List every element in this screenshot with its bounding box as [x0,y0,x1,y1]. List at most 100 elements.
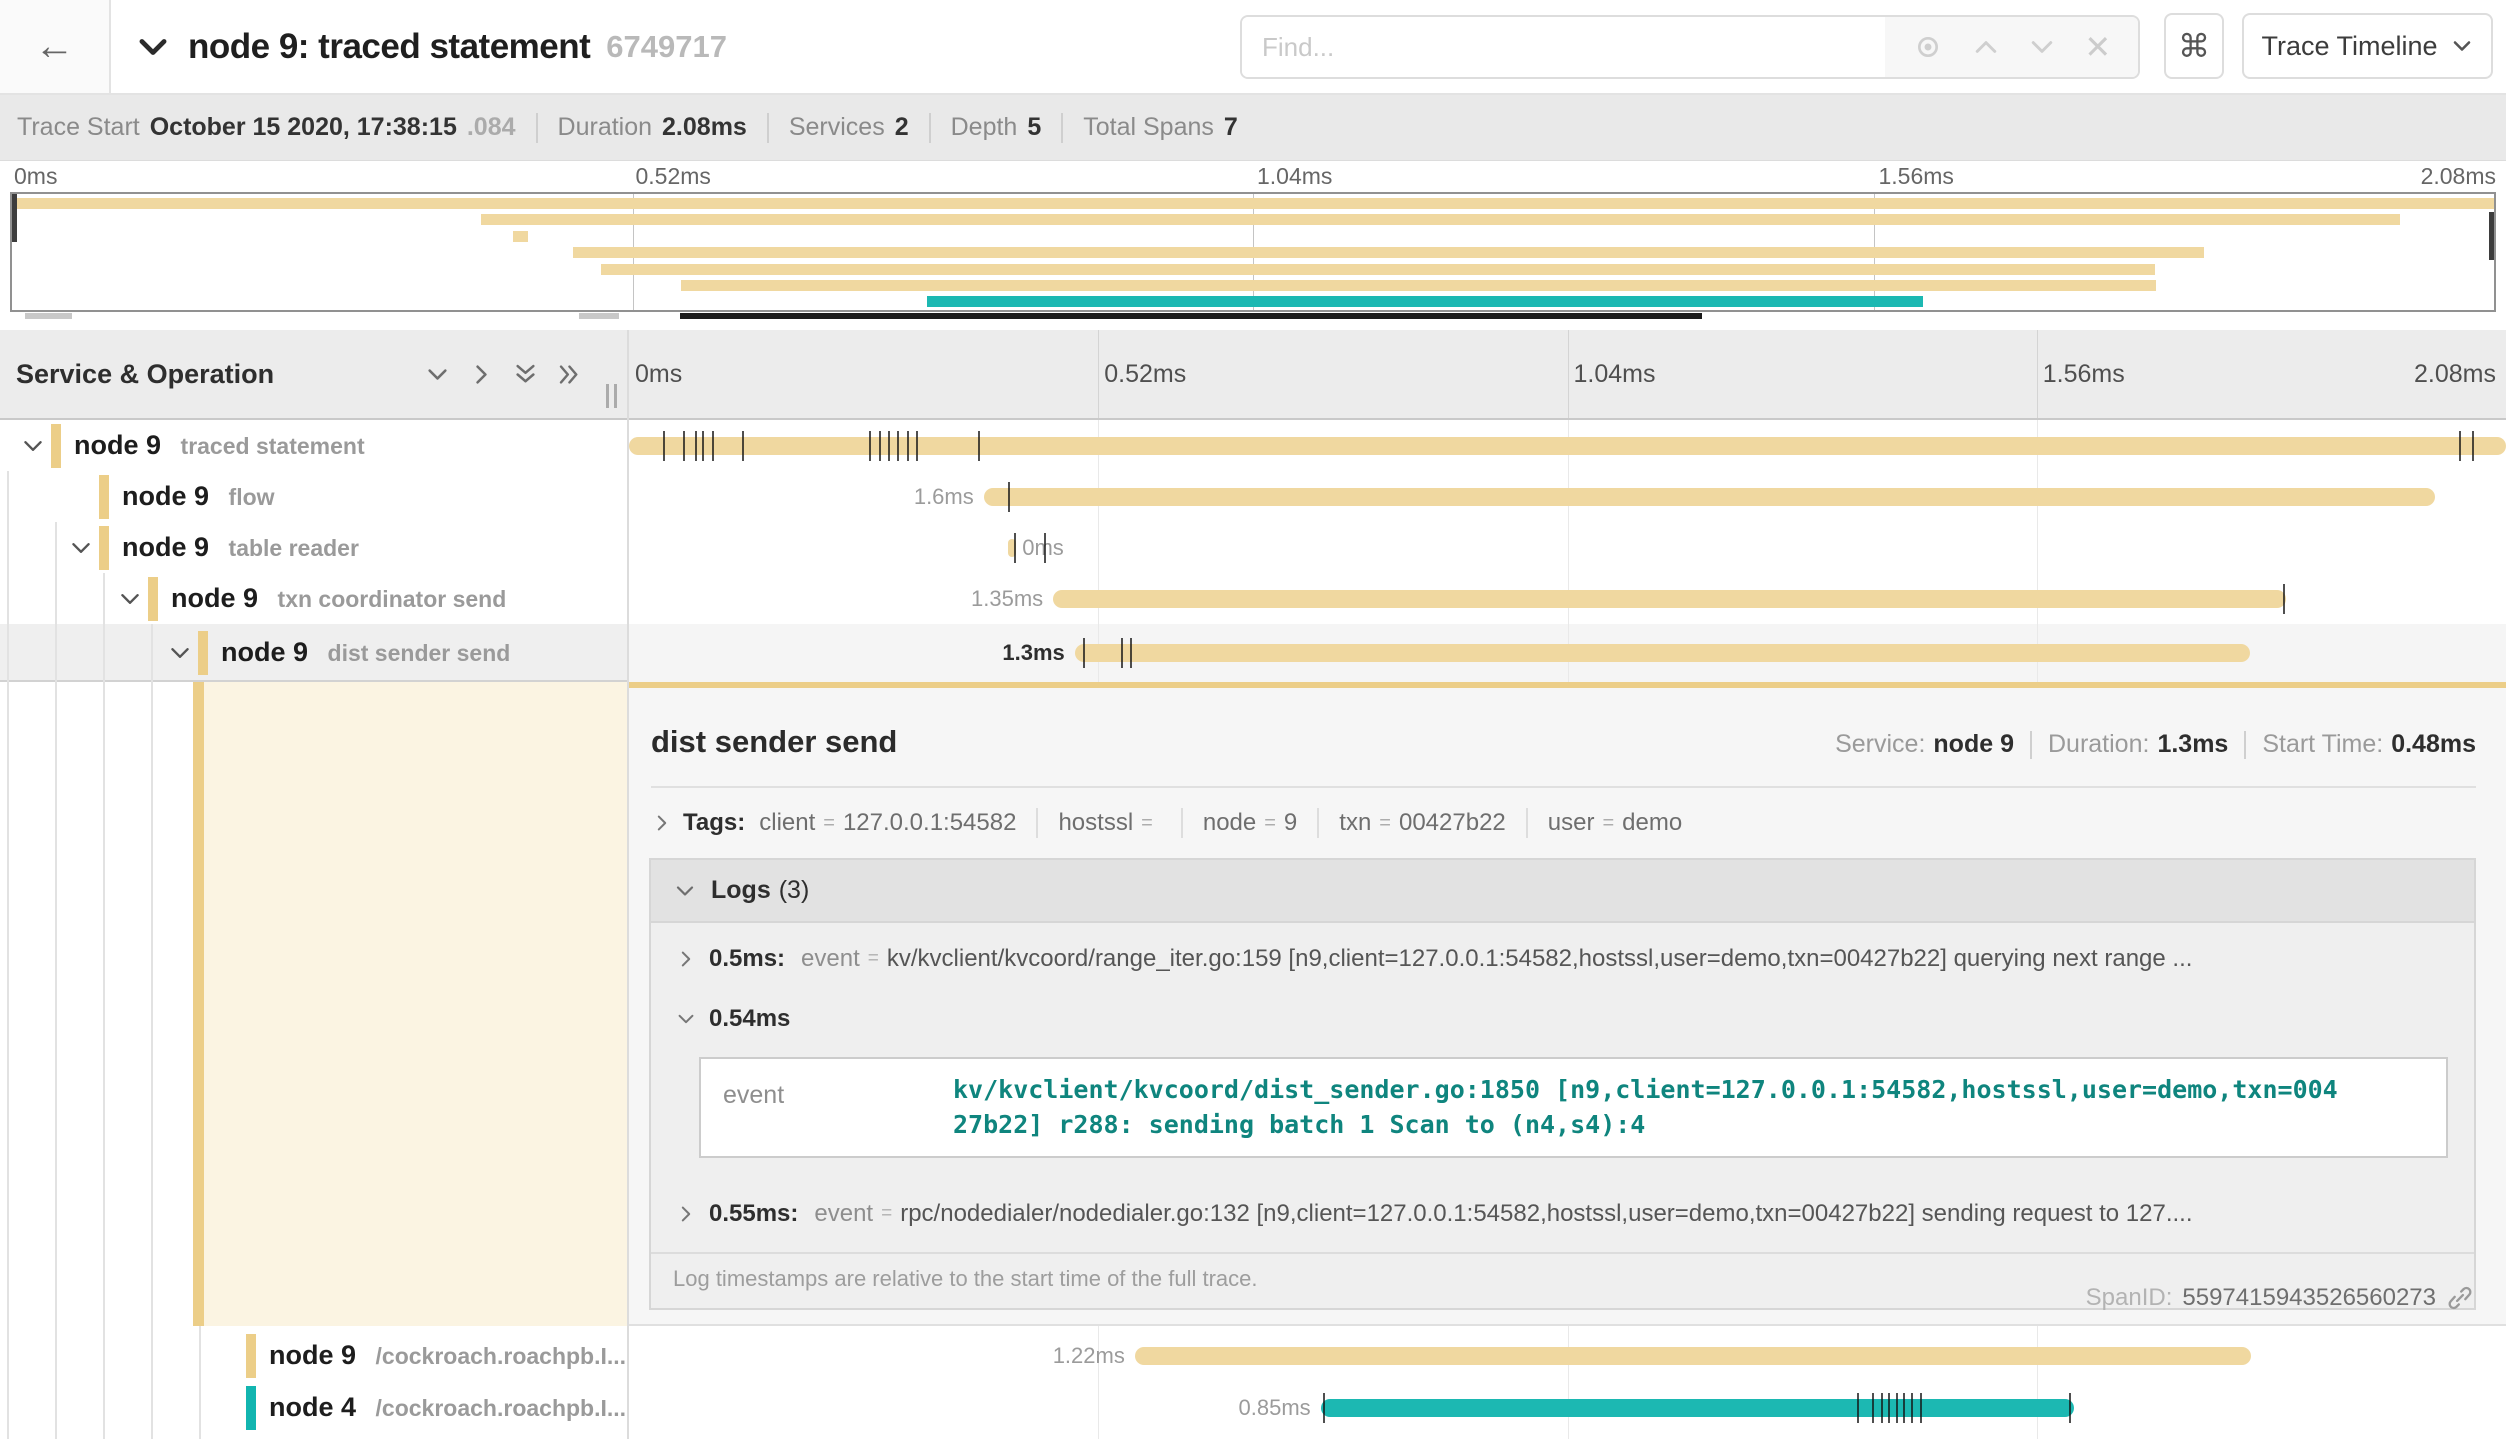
span-id-label: SpanID: [2086,1284,2173,1312]
log-key: event [814,1200,873,1228]
timeline-gridline [1098,330,1099,418]
service-label: Service: [1835,730,1925,759]
trace-start-value: October 15 2020, 17:38:15 [150,113,457,142]
logs-label: Logs [711,876,771,905]
log-event-tick [2459,431,2461,461]
span-expand-chevron-icon[interactable] [68,535,94,561]
span-duration-bar[interactable] [629,437,2506,455]
selected-span-children-area [204,682,628,1326]
log-event-tick [869,431,871,461]
log-value: rpc/nodedialer/nodedialer.go:132 [n9,cli… [900,1200,2192,1228]
tag-value: 00427b22 [1399,809,1506,837]
scroll-indicator-segment[interactable] [25,313,72,319]
tag-key: hostssl [1058,809,1133,837]
services-value: 2 [895,113,909,142]
trace-minimap[interactable] [10,192,2496,312]
collapse-trace-chevron-icon[interactable] [134,28,172,66]
collapse-all-icon[interactable] [512,361,539,393]
span-row-name[interactable] [0,471,628,522]
tree-guide-line [199,1326,201,1439]
timeline-tick-label: 2.08ms [2414,330,2496,418]
tags-row[interactable]: Tags:client=127.0.0.1:54582hostssl=node=… [629,788,2506,838]
service-name[interactable]: node 9 flow [122,481,275,512]
log-event-tick [1121,638,1123,668]
service-name[interactable]: node 9 table reader [122,532,359,563]
back-button[interactable]: ← [0,0,111,93]
operation-name: /cockroach.roachpb.I... [376,1395,627,1421]
span-duration-label: 1.22ms [975,1343,1125,1369]
minimap-scroll-indicator[interactable] [10,313,2496,319]
operation-name: txn coordinator send [278,586,507,612]
tag-separator [1526,808,1528,838]
service-value: node 9 [1933,730,2014,759]
minimap-tick-label: 1.56ms [1879,163,1954,190]
operation-name: table reader [229,535,359,561]
depth-value: 5 [1027,113,1041,142]
tag-value: 127.0.0.1:54582 [843,809,1017,837]
timeline-tick-label: 0.52ms [1104,330,1186,418]
equals-sign: = [1379,812,1391,835]
clear-find-icon[interactable]: ✕ [2084,28,2111,66]
service-name[interactable]: node 9 traced statement [74,430,365,461]
span-duration-label: 1.3ms [915,640,1065,666]
minimap-span-bar [927,296,1924,307]
span-duration-bar[interactable] [984,488,2435,506]
command-icon: ⌘ [2178,27,2210,65]
log-key: event [801,945,860,973]
scroll-indicator-segment[interactable] [579,313,619,319]
collapse-one-icon[interactable] [424,361,451,393]
service-color-chip [99,475,109,519]
tag-key: node [1203,809,1256,837]
tree-guide-line [103,573,105,1439]
log-field-value: kv/kvclient/kvcoord/dist_sender.go:1850 … [953,1073,2340,1142]
selected-span-guide-band [193,682,204,1326]
find-prev-icon[interactable] [1971,32,2001,62]
timeline-gridline [2037,330,2038,418]
service-name[interactable]: node 9 txn coordinator send [171,583,506,614]
log-event-tick [683,431,685,461]
service-name[interactable]: node 9 dist sender send [221,637,510,668]
view-selector-button[interactable]: Trace Timeline [2242,13,2493,79]
log-entry[interactable]: 0.54ms [651,983,2474,1043]
trace-viewer: ← node 9: traced statement 6749717 ✕ ⌘ T… [0,0,2506,1439]
span-duration-bar[interactable] [1053,590,2286,608]
log-entry[interactable]: 0.5ms:event=kv/kvclient/kvcoord/range_it… [651,923,2474,983]
service-name[interactable]: node 4 /cockroach.roachpb.I... [269,1392,626,1423]
span-duration-bar[interactable] [1321,1399,2075,1417]
log-event-tick [1323,1393,1325,1423]
span-detail-title: dist sender send [651,724,897,760]
span-duration-value: 1.3ms [2157,730,2228,759]
span-duration-label: 1.35ms [893,586,1043,612]
keyboard-shortcuts-button[interactable]: ⌘ [2164,13,2224,79]
log-event-tick [879,431,881,461]
span-duration-bar[interactable] [1135,1347,2251,1365]
service-name[interactable]: node 9 /cockroach.roachpb.I... [269,1340,626,1371]
column-resize-handle[interactable] [606,384,617,408]
log-event-tick [1857,1393,1859,1423]
log-entry[interactable]: 0.55ms:event=rpc/nodedialer/nodedialer.g… [651,1178,2474,1238]
trace-start-label: Trace Start [17,113,140,142]
find-input[interactable] [1242,17,1885,77]
chevron-down-icon [673,879,697,903]
minimap-scrubber-handle[interactable] [2489,212,2494,260]
equals-sign: = [881,1203,892,1225]
service-operation-header: Service & Operation [16,330,274,418]
logs-header[interactable]: Logs (3) [651,860,2474,923]
find-next-icon[interactable] [2027,32,2057,62]
span-duration-bar[interactable] [1075,644,2250,662]
span-expand-chevron-icon[interactable] [117,586,143,612]
minimap-scrubber-handle[interactable] [12,194,17,242]
span-expand-chevron-icon[interactable] [167,640,193,666]
expand-one-icon[interactable] [468,361,495,393]
log-event-tick [2472,431,2474,461]
span-expand-chevron-icon[interactable] [20,433,46,459]
link-icon[interactable] [2446,1284,2474,1312]
expand-all-icon[interactable] [556,361,583,393]
operation-name: dist sender send [328,640,511,666]
chevron-right-icon [675,948,697,970]
timeline-tick-label: 1.56ms [2043,330,2125,418]
back-arrow-icon: ← [35,24,75,69]
scroll-indicator-segment[interactable] [680,313,1702,319]
operation-name: traced statement [181,433,365,459]
locate-icon[interactable] [1912,31,1944,63]
